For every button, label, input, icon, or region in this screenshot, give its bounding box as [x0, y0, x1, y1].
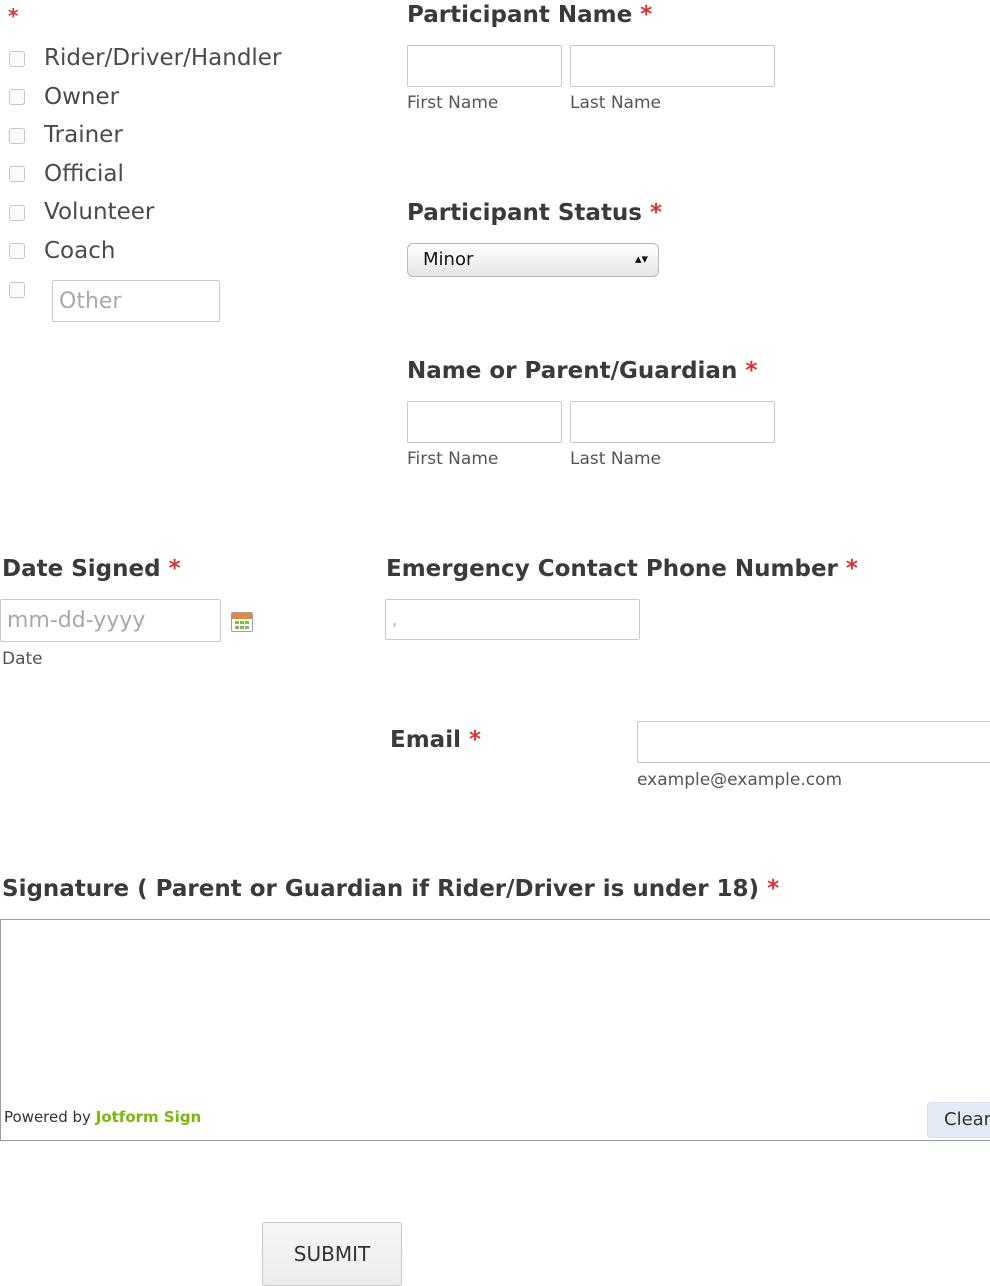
checkbox-coach[interactable] [9, 243, 25, 259]
email-sublabel: example@example.com [637, 770, 843, 790]
checkbox-label-owner[interactable]: Owner [44, 84, 119, 110]
checkbox-rider[interactable] [9, 51, 25, 67]
emergency-phone-required-mark: * [845, 556, 858, 582]
clear-signature-button[interactable]: Clear [927, 1102, 990, 1138]
jotform-sign-link[interactable]: Jotform Sign [96, 1108, 202, 1126]
participant-status-label-text: Participant Status [407, 200, 642, 226]
checkbox-trainer[interactable] [9, 128, 25, 144]
emergency-phone-label: Emergency Contact Phone Number * [386, 556, 858, 582]
guardian-first-name-sublabel: First Name [407, 449, 499, 469]
checkbox-label-rider[interactable]: Rider/Driver/Handler [44, 45, 281, 71]
checkbox-volunteer[interactable] [9, 205, 25, 221]
participant-status-label: Participant Status * [407, 200, 662, 226]
guardian-last-name-sublabel: Last Name [570, 449, 661, 469]
emergency-phone-label-text: Emergency Contact Phone Number [386, 556, 838, 582]
participant-last-name-sublabel: Last Name [570, 93, 661, 113]
participant-name-label-text: Participant Name [407, 2, 633, 28]
participant-status-selected-value: Minor [423, 249, 474, 270]
email-label-text: Email [390, 727, 461, 753]
participant-first-name-sublabel: First Name [407, 93, 499, 113]
guardian-last-name-input[interactable] [570, 401, 775, 443]
checkbox-official[interactable] [9, 166, 25, 182]
guardian-first-name-input[interactable] [407, 401, 562, 443]
date-signed-input[interactable] [0, 599, 221, 642]
date-signed-required-mark: * [168, 556, 181, 582]
signature-label: Signature ( Parent or Guardian if Rider/… [2, 876, 779, 902]
date-signed-label: Date Signed * [2, 556, 181, 582]
participant-name-required-mark: * [640, 2, 653, 28]
submit-button[interactable]: SUBMIT [262, 1222, 402, 1286]
signature-label-text: Signature ( Parent or Guardian if Rider/… [2, 876, 760, 902]
checkbox-label-trainer[interactable]: Trainer [44, 122, 123, 148]
other-text-input[interactable] [52, 280, 220, 322]
guardian-name-label: Name or Parent/Guardian * [407, 358, 757, 384]
updown-arrows-icon: ▴▾ [634, 252, 648, 267]
participant-first-name-input[interactable] [407, 45, 562, 87]
emergency-phone-input[interactable] [385, 599, 640, 640]
participant-status-select[interactable]: Minor ▴▾ [407, 243, 659, 277]
guardian-name-required-mark: * [745, 358, 758, 384]
email-label: Email * [390, 727, 481, 753]
powered-by-prefix: Powered by [4, 1108, 91, 1126]
checkbox-label-volunteer[interactable]: Volunteer [44, 199, 154, 225]
participant-last-name-input[interactable] [570, 45, 775, 87]
email-input[interactable] [637, 721, 990, 763]
checkbox-owner[interactable] [9, 89, 25, 105]
signature-pad[interactable]: Powered by Jotform Sign Clear [0, 919, 990, 1141]
participant-status-required-mark: * [650, 200, 663, 226]
guardian-name-label-text: Name or Parent/Guardian [407, 358, 738, 384]
email-required-mark: * [468, 727, 482, 753]
checkbox-label-official[interactable]: Official [44, 161, 124, 187]
date-sublabel: Date [2, 649, 43, 669]
participant-name-label: Participant Name * [407, 2, 652, 28]
date-signed-label-text: Date Signed [2, 556, 161, 582]
checkbox-label-coach[interactable]: Coach [44, 238, 115, 264]
powered-by-text: Powered by Jotform Sign [4, 1108, 201, 1126]
signature-required-mark: * [767, 876, 780, 902]
role-required-mark: * [8, 4, 19, 28]
calendar-icon[interactable] [231, 612, 253, 632]
checkbox-other[interactable] [9, 282, 25, 298]
